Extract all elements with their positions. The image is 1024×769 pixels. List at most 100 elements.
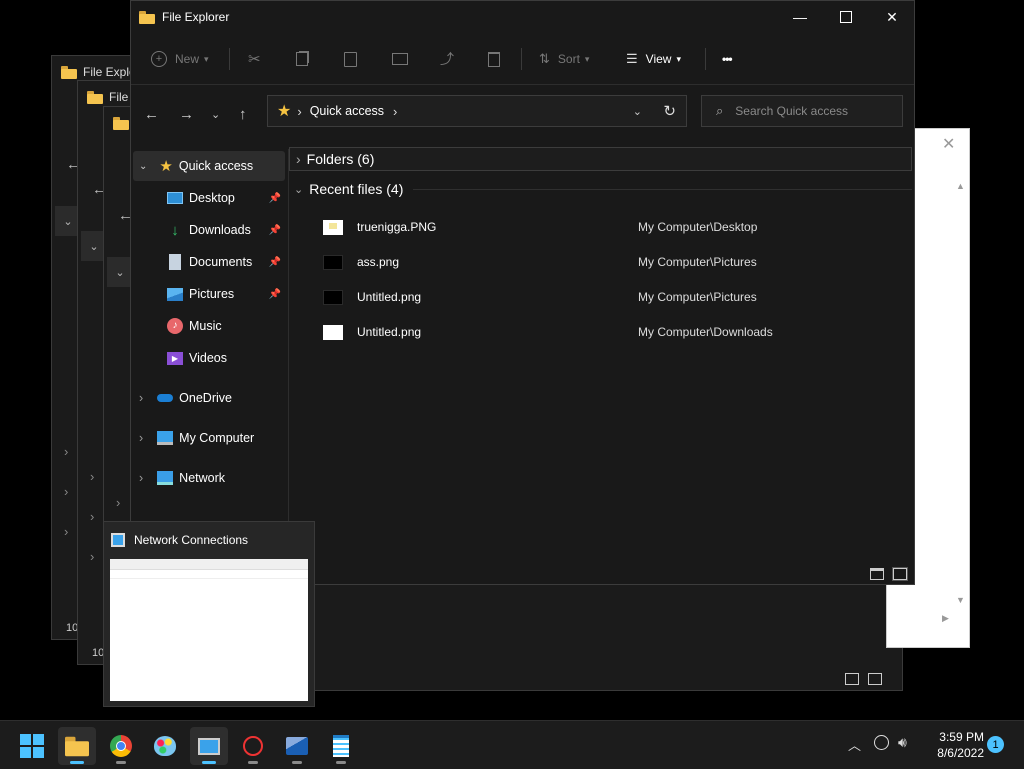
scroll-right-arrow-icon[interactable]: ▶	[942, 613, 949, 624]
scroll-down-arrow-icon[interactable]: ▼	[956, 595, 965, 605]
volume-icon[interactable]: 🔊︎	[898, 734, 907, 751]
search-input[interactable]: ⌕ Search Quick access	[701, 95, 903, 127]
sidebar-item-label: Network	[179, 471, 226, 485]
globe-icon[interactable]	[874, 735, 889, 750]
more-options-button[interactable]: •••	[722, 46, 733, 72]
scroll-up-arrow-icon[interactable]: ▲	[956, 181, 965, 191]
command-bar: + New ▾ ✂ ⤴ ⇅ Sort ▾ ☰ View ▾ •••	[131, 34, 914, 85]
chevron-right-icon[interactable]: ›	[64, 484, 68, 499]
window-titlebar[interactable]: File Explorer — ✕	[131, 1, 914, 33]
chevron-right-icon[interactable]: ›	[116, 495, 120, 510]
share-button[interactable]: ⤴	[440, 46, 454, 72]
chevron-right-icon[interactable]: ›	[64, 444, 68, 459]
notification-badge[interactable]: 1	[987, 736, 1004, 753]
photos-icon	[286, 737, 308, 755]
chevron-right-icon[interactable]: ›	[90, 469, 94, 484]
maximize-icon	[840, 11, 852, 23]
details-view-icon[interactable]	[845, 673, 859, 685]
cut-button[interactable]: ✂	[248, 46, 261, 72]
sidebar-item-onedrive[interactable]: › OneDrive	[131, 383, 287, 413]
taskbar-network-connections[interactable]	[190, 727, 228, 765]
taskbar-chrome[interactable]	[102, 727, 140, 765]
delete-button[interactable]	[488, 46, 500, 72]
rename-button[interactable]	[392, 46, 408, 72]
network-connections-icon	[111, 533, 125, 547]
tiles-view-icon[interactable]	[868, 673, 882, 685]
forward-button[interactable]: →	[179, 106, 194, 123]
folder-icon	[87, 90, 103, 104]
file-explorer-window[interactable]: File Explorer — ✕ + New ▾ ✂ ⤴ ⇅ Sort ▾ ☰…	[130, 0, 915, 585]
recent-files-group-header[interactable]: ⌄ Recent files (4)	[289, 177, 912, 201]
file-name: truenigga.PNG	[357, 220, 437, 234]
sidebar-item-pictures[interactable]: Pictures 📌	[131, 279, 287, 309]
divider	[229, 48, 230, 70]
taskbar: ︿ 🔊︎ 3:59 PM 8/6/2022 1	[0, 720, 1024, 769]
sidebar-item-videos[interactable]: ▶ Videos	[131, 343, 287, 373]
clock[interactable]: 3:59 PM 8/6/2022	[926, 729, 984, 761]
preview-thumbnail[interactable]	[110, 559, 308, 701]
file-explorer-icon	[65, 736, 89, 756]
documents-icon	[169, 254, 181, 270]
copy-button[interactable]	[296, 46, 308, 72]
divider	[413, 188, 912, 190]
file-row[interactable]: ass.png My Computer\Pictures	[323, 248, 914, 276]
notepad-icon	[333, 735, 349, 757]
chevron-right-icon[interactable]: ›	[90, 549, 94, 564]
taskbar-paint[interactable]	[146, 727, 184, 765]
desktop-icon	[167, 192, 183, 204]
chevron-right-icon: ›	[139, 391, 144, 405]
recent-locations-button[interactable]: ⌄	[211, 108, 220, 121]
tiles-view-icon[interactable]	[892, 567, 908, 581]
address-dropdown-button[interactable]: ⌄	[633, 105, 642, 118]
view-list-icon: ☰	[626, 51, 638, 66]
navigation-pane: ⌄ ★ Quick access Desktop 📌 ↓ Downloads 📌…	[131, 149, 289, 584]
pin-icon: 📌	[268, 224, 281, 236]
chevron-right-icon[interactable]: ›	[90, 509, 94, 524]
sidebar-item-label: Documents	[189, 255, 253, 269]
taskbar-file-explorer[interactable]	[58, 727, 96, 765]
sidebar-item-network[interactable]: › Network	[131, 463, 287, 493]
maximize-button[interactable]	[823, 1, 869, 33]
folders-group-header[interactable]: › Folders (6)	[289, 147, 912, 171]
image-thumbnail	[323, 219, 343, 235]
show-hidden-icons-button[interactable]: ︿	[848, 735, 861, 754]
sidebar-item-my-computer[interactable]: › My Computer	[131, 423, 287, 453]
start-button[interactable]	[13, 727, 51, 765]
taskbar-photos[interactable]	[278, 727, 316, 765]
address-bar[interactable]: ★ › Quick access › ⌄ ↻	[267, 95, 687, 127]
chevron-right-icon[interactable]: ›	[64, 524, 68, 539]
view-button[interactable]: ☰ View ▾	[626, 46, 681, 72]
image-thumbnail	[323, 289, 343, 305]
running-indicator	[202, 761, 216, 764]
sidebar-item-quick-access[interactable]: ⌄ ★ Quick access	[133, 151, 285, 181]
sidebar-item-documents[interactable]: Documents 📌	[131, 247, 287, 277]
sort-button[interactable]: ⇅ Sort ▾	[539, 46, 589, 72]
onedrive-icon	[157, 394, 174, 402]
running-indicator	[336, 761, 346, 764]
thumbnail-subbar	[110, 570, 308, 579]
back-button[interactable]: ←	[144, 106, 159, 123]
taskbar-notepad[interactable]	[322, 727, 360, 765]
refresh-button[interactable]: ↻	[663, 102, 676, 120]
file-name: Untitled.png	[357, 290, 422, 304]
close-button[interactable]: ✕	[869, 1, 914, 33]
minimize-button[interactable]: —	[777, 1, 823, 33]
new-button[interactable]: + New ▾	[151, 46, 209, 72]
file-row[interactable]: Untitled.png My Computer\Pictures	[323, 283, 914, 311]
file-row[interactable]: truenigga.PNG My Computer\Desktop	[323, 213, 914, 241]
breadcrumb-quick-access[interactable]: Quick access	[310, 104, 384, 118]
taskbar-preview-popup[interactable]: Network Connections	[103, 521, 315, 707]
details-view-icon[interactable]	[870, 568, 884, 580]
sidebar-item-music[interactable]: ♪ Music	[131, 311, 287, 341]
close-icon[interactable]: ✕	[942, 134, 955, 154]
taskbar-paint-brush[interactable]	[234, 727, 272, 765]
sidebar-item-downloads[interactable]: ↓ Downloads 📌	[131, 215, 287, 245]
paste-button[interactable]	[344, 46, 357, 72]
file-row[interactable]: Untitled.png My Computer\Downloads	[323, 318, 914, 346]
image-thumbnail	[323, 324, 343, 340]
group-title: Recent files (4)	[309, 181, 404, 197]
up-button[interactable]: ↑	[239, 106, 247, 123]
window-title: File Explorer	[162, 10, 230, 24]
pin-icon: 📌	[268, 192, 281, 204]
sidebar-item-desktop[interactable]: Desktop 📌	[131, 183, 287, 213]
